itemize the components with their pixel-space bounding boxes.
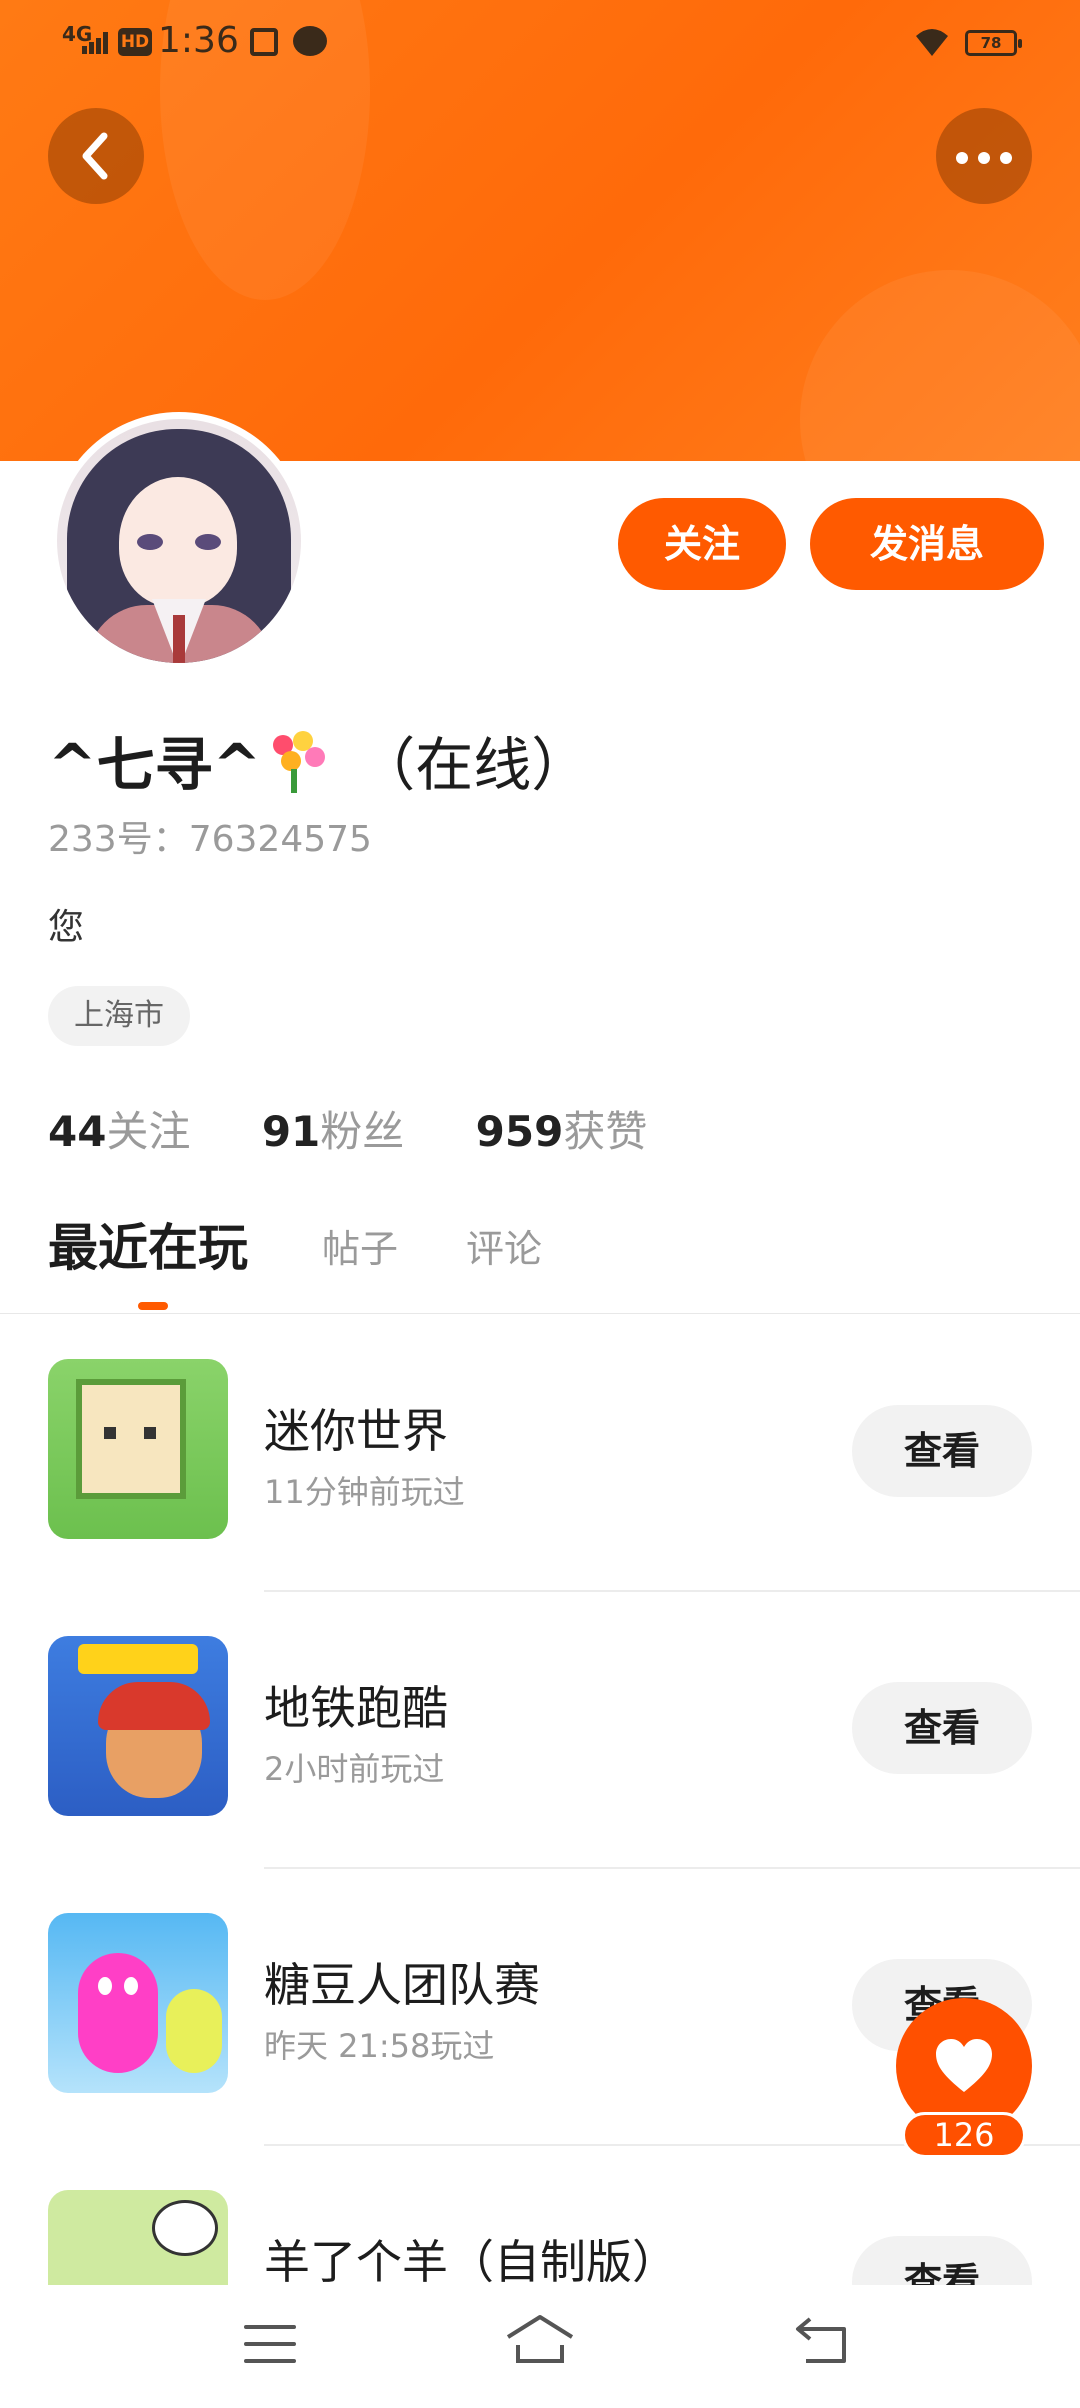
nickname-text: ^七寻^ <box>48 731 262 799</box>
heart-icon <box>936 2039 992 2092</box>
game-played-time: 昨天 21:58玩过 <box>264 2027 495 2065</box>
view-button[interactable]: 查看 <box>852 2236 1032 2285</box>
status-time: 1:36 <box>158 20 239 61</box>
user-id: 233号：76324575 <box>48 819 372 860</box>
wechat-icon <box>293 26 327 56</box>
user-bio: 您 <box>48 907 85 948</box>
game-name: 地铁跑酷 <box>264 1681 448 1735</box>
view-button[interactable]: 查看 <box>852 1682 1032 1774</box>
location-badge: 上海市 <box>48 986 190 1046</box>
fall-guys-icon <box>48 1913 228 2093</box>
list-item[interactable]: 迷你世界 11分钟前玩过 查看 <box>0 1315 1080 1592</box>
stat-followers[interactable]: 91粉丝 <box>262 1098 404 1159</box>
send-message-button[interactable]: 发消息 <box>810 498 1044 590</box>
game-name: 迷你世界 <box>264 1404 448 1458</box>
chevron-left-icon <box>82 132 108 180</box>
status-bar: 4G HD 1:36 78 <box>0 0 1080 90</box>
list-item[interactable]: 地铁跑酷 2小时前玩过 查看 <box>0 1592 1080 1869</box>
online-status: （在线） <box>357 731 590 799</box>
follow-button[interactable]: 关注 <box>618 498 786 590</box>
game-played-time: 2小时前玩过 <box>264 1750 445 1788</box>
tab-posts[interactable]: 帖子 <box>322 1218 398 1273</box>
like-count: 126 <box>902 2112 1026 2158</box>
menu-icon[interactable] <box>244 2325 296 2365</box>
system-nav-bar <box>0 2285 1080 2408</box>
hd-badge: HD <box>118 28 152 56</box>
more-dots-icon <box>956 152 968 164</box>
tab-comments[interactable]: 评论 <box>466 1218 542 1273</box>
profile-stats: 44关注 91粉丝 959获赞 <box>48 1098 705 1159</box>
notification-icon <box>250 28 278 56</box>
more-button[interactable] <box>936 108 1032 204</box>
home-icon[interactable] <box>504 2311 576 2367</box>
stat-likes[interactable]: 959获赞 <box>476 1098 648 1159</box>
subway-surfers-icon <box>48 1636 228 1816</box>
stat-following[interactable]: 44关注 <box>48 1098 190 1159</box>
back-button[interactable] <box>48 108 144 204</box>
wifi-icon <box>916 29 948 56</box>
view-button[interactable]: 查看 <box>852 1405 1032 1497</box>
avatar[interactable] <box>50 412 308 670</box>
flower-bouquet-icon <box>265 729 329 793</box>
sheep-game-icon <box>48 2190 228 2285</box>
tab-recently-played[interactable]: 最近在玩 <box>48 1208 248 1280</box>
game-name: 糖豆人团队赛 <box>264 1958 540 2012</box>
battery-icon: 78 <box>965 30 1022 56</box>
profile-nickname: ^七寻^ （在线） <box>48 718 589 802</box>
battery-level: 78 <box>980 34 1002 52</box>
active-tab-indicator <box>138 1302 168 1310</box>
game-played-time: 11分钟前玩过 <box>264 1473 465 1511</box>
signal-icon <box>82 32 110 54</box>
back-icon[interactable] <box>794 2315 850 2367</box>
game-name: 羊了个羊（自制版） <box>264 2235 678 2285</box>
mini-world-icon <box>48 1359 228 1539</box>
anime-girl-avatar <box>57 419 301 663</box>
profile-tabs: 最近在玩 帖子 评论 <box>0 1208 1080 1314</box>
list-item[interactable]: 羊了个羊（自制版） 查看 <box>0 2146 1080 2285</box>
